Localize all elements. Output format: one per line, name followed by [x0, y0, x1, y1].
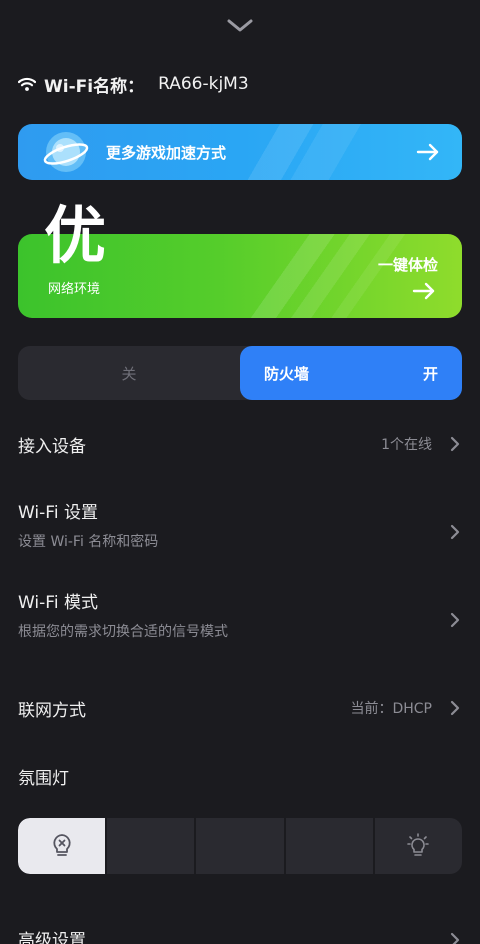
wifi-label: Wi-Fi名称：: [44, 76, 145, 97]
wifi-mode-row[interactable]: Wi-Fi 模式 根据您的需求切换合适的信号模式: [18, 588, 462, 644]
chevron-right-icon: [450, 612, 460, 628]
light-off-icon: [52, 834, 71, 856]
wifi-settings-title: Wi-Fi 设置: [18, 503, 98, 523]
ambient-option-4[interactable]: [286, 818, 375, 874]
one-click-check-label: 一键体检: [377, 256, 438, 274]
wifi-settings-row[interactable]: Wi-Fi 设置 设置 Wi-Fi 名称和密码: [18, 498, 462, 554]
ambient-option-3[interactable]: [196, 818, 286, 874]
network-env-label: 网络环境: [48, 282, 101, 297]
ambient-option-2[interactable]: [107, 818, 197, 874]
firewall-on-option[interactable]: 防火墙 开: [240, 346, 462, 400]
network-grade: 优: [44, 199, 107, 272]
ambient-light-row: 氛围灯: [18, 764, 462, 789]
arrow-right-icon: [416, 143, 439, 161]
light-on-icon: [407, 833, 430, 856]
wifi-name-row: Wi-Fi名称： RA66-kjM3: [18, 70, 249, 98]
boost-label: 更多游戏加速方式: [106, 143, 227, 162]
ambient-light-selector[interactable]: [18, 818, 462, 874]
chevron-right-icon: [450, 932, 460, 944]
wifi-ssid: RA66-kjM3: [158, 74, 249, 94]
game-boost-banner[interactable]: 更多游戏加速方式: [18, 124, 462, 180]
ambient-light-title: 氛围灯: [18, 769, 69, 789]
chevron-right-icon: [450, 700, 460, 716]
firewall-state: 开: [422, 365, 438, 383]
chevron-right-icon: [450, 436, 460, 452]
wifi-mode-desc: 根据您的需求切换合适的信号模式: [18, 624, 228, 640]
devices-count: 1个在线: [381, 437, 432, 453]
ambient-option-off[interactable]: [18, 818, 108, 874]
ambient-option-on[interactable]: [375, 818, 462, 874]
connection-value: 当前：DHCP: [350, 701, 432, 717]
planet-globe-icon: [43, 132, 89, 172]
connected-devices-row[interactable]: 接入设备 1个在线: [18, 432, 462, 457]
arrow-right-icon: [412, 282, 435, 300]
wifi-mode-title: Wi-Fi 模式: [18, 593, 98, 613]
chevron-down-icon[interactable]: [226, 18, 254, 34]
wifi-icon: [18, 77, 36, 91]
firewall-toggle[interactable]: 关 防火墙 开: [18, 346, 462, 400]
firewall-label: 防火墙: [264, 365, 310, 383]
connection-type-row[interactable]: 联网方式 当前：DHCP: [18, 696, 462, 721]
wifi-settings-desc: 设置 Wi-Fi 名称和密码: [18, 534, 159, 550]
firewall-off-option[interactable]: 关: [18, 346, 240, 400]
chevron-right-icon: [450, 524, 460, 540]
advanced-settings-row[interactable]: 高级设置: [18, 926, 86, 944]
